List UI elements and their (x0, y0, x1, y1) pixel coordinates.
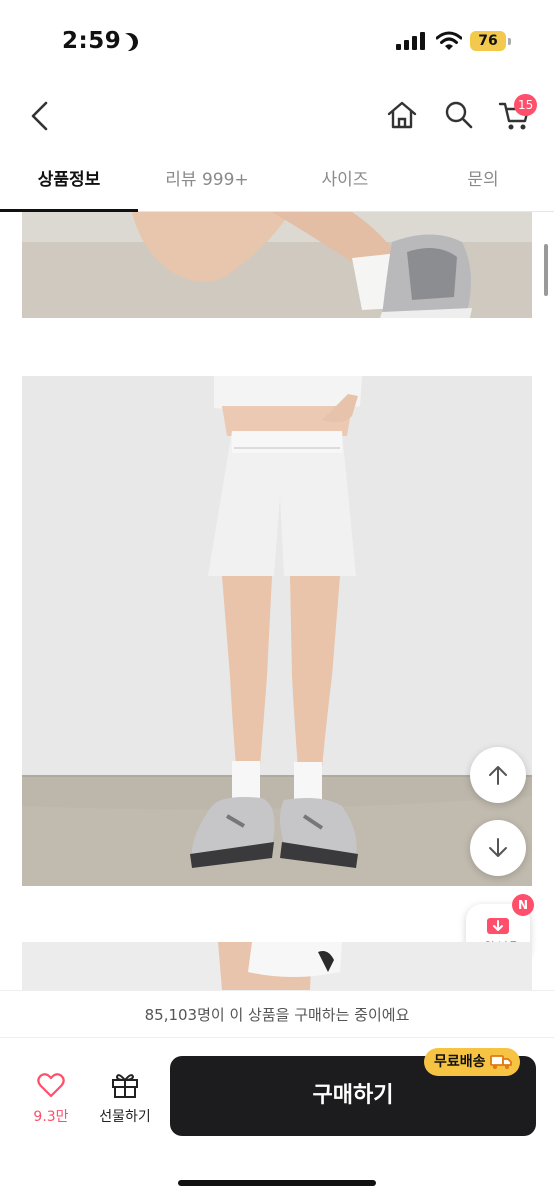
home-indicator (178, 1180, 376, 1186)
free-shipping-label: 무료배송 (434, 1054, 486, 1070)
arrow-up-icon (489, 766, 507, 785)
nav-header: 15 (0, 80, 554, 152)
product-image-1 (22, 212, 532, 318)
download-coupon-icon (487, 918, 509, 934)
scroll-down-button[interactable] (470, 820, 526, 876)
back-arrow-icon[interactable] (28, 100, 50, 132)
scrollbar[interactable] (544, 244, 548, 296)
purchase-count-text: 85,103명이 이 상품을 구매하는 중이에요 (0, 990, 554, 1038)
truck-icon (489, 1055, 512, 1069)
free-shipping-badge: 무료배송 (424, 1048, 520, 1076)
product-image-3 (22, 942, 532, 990)
tab-inquiry[interactable]: 문의 (414, 152, 552, 212)
search-icon[interactable] (444, 100, 474, 130)
heart-icon (37, 1073, 65, 1098)
home-icon[interactable] (386, 100, 418, 130)
gift-button[interactable]: 선물하기 (90, 1070, 160, 1126)
cart-count-badge: 15 (514, 94, 538, 116)
scroll-up-button[interactable] (470, 747, 526, 803)
arrow-down-icon (489, 838, 507, 857)
like-count: 9.3만 (33, 1109, 69, 1125)
gift-icon (112, 1074, 138, 1098)
gift-label: 선물하기 (99, 1109, 151, 1125)
wifi-icon (436, 31, 462, 50)
new-badge: N (512, 894, 534, 916)
product-image-2 (22, 376, 532, 886)
status-bar: 2:59 76 (0, 0, 554, 80)
product-tabs: 상품정보 리뷰 999+ 사이즈 문의 (0, 152, 554, 212)
signal-icon (396, 32, 426, 50)
tab-size[interactable]: 사이즈 (276, 152, 414, 212)
status-time: 2:59 (62, 28, 122, 54)
tab-product-info[interactable]: 상품정보 (0, 152, 138, 212)
battery-indicator: 76 (470, 31, 511, 51)
like-button[interactable]: 9.3만 (26, 1072, 76, 1126)
tab-reviews[interactable]: 리뷰 999+ (138, 152, 276, 212)
